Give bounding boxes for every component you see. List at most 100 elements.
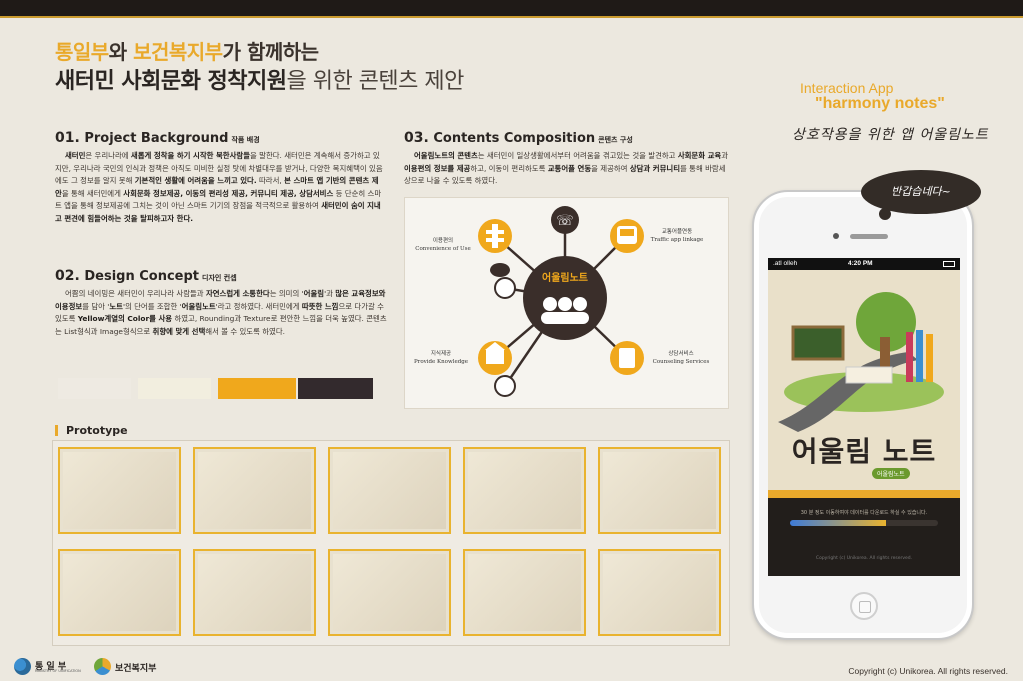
splash-illustration <box>778 292 944 432</box>
section-title-contents: 03. Contents Composition 콘텐츠 구성 <box>404 130 633 146</box>
section-title-text: Design Concept <box>84 269 200 284</box>
contents-diagram: 어울림노트 ☏ 이용편의 Convenience of Use 교통어플연동 T… <box>404 197 729 409</box>
emphasis-text: 사회문화 정보제공, 이동의 편리성 제공, 커뮤니티 제공, 상담서비스 <box>123 188 334 198</box>
section-title-ko: 작품 배경 <box>231 136 260 144</box>
emphasis-text: 새롭게 정착을 하기 시작한 북한사람들 <box>130 151 250 160</box>
splash-footer: 30 분 정도 이동하여야 데이터를 다운로드 하실 수 있습니다. Copyr… <box>768 490 960 576</box>
splash-copyright: Copyright (c) Unikorea. All rights reser… <box>815 556 913 561</box>
color-swatch-1 <box>58 378 131 399</box>
prototype-thumbnail[interactable] <box>193 549 316 636</box>
prototype-thumbnail[interactable] <box>598 549 721 636</box>
logo-unification-sub: MINISTRY OF UNIFICATION <box>35 669 81 673</box>
emphasis-text: 상담과 커뮤니티 <box>629 163 680 173</box>
unification-logo-icon <box>14 658 31 675</box>
prototype-thumbnail[interactable] <box>463 549 586 636</box>
section-title-ko: 콘텐츠 구성 <box>598 136 633 144</box>
prototype-thumbnail[interactable] <box>58 447 181 534</box>
person-icon <box>494 277 516 299</box>
emphasis-text: 취향에 맞게 선택 <box>152 326 206 336</box>
section-title-design-concept: 02. Design Concept 디자인 컨셉 <box>55 268 237 284</box>
status-bar: .atl olleh 4:20 PM <box>768 258 960 270</box>
logo-health-welfare: 보건복지부 <box>115 664 157 674</box>
node-label-en: Convenience of Use <box>415 246 470 252</box>
section-title-text: Project Background <box>84 131 229 146</box>
prototype-title: Prototype <box>55 425 128 436</box>
footer-copyright: Copyright (c) Unikorea. All rights reser… <box>848 666 1008 676</box>
prototype-thumbnail[interactable] <box>598 447 721 534</box>
book-icon <box>845 366 893 384</box>
org-health-welfare: 보건복지부 <box>133 40 223 64</box>
emphasis-text: 어울림노트의 콘텐츠 <box>414 151 478 160</box>
node-label-en: Provide Knowledge <box>414 359 468 365</box>
node-label-ko: 상담서비스 <box>668 349 693 357</box>
section-body-contents: 어울림노트의 콘텐츠는 새터민이 일상생활에서부터 어려움을 겪고있는 것을 발… <box>404 151 728 186</box>
node-label-ko: 교통어플연동 <box>662 227 692 235</box>
org-unification: 통일부 <box>55 40 109 64</box>
svg-text:☏: ☏ <box>556 213 574 229</box>
top-bar <box>0 0 1023 16</box>
greeting-bubble: 반갑습네다~ <box>861 170 981 220</box>
section-number: 01. <box>55 130 80 146</box>
header-line-1: 통일부와 보건복지부가 함께하는 <box>55 36 319 65</box>
page-title-bold: 새터민 사회문화 정착지원 <box>55 69 287 94</box>
section-body-background: 새터민은 우리나라에 새롭게 정착을 하기 시작한 북한사람들을 말한다. 새터… <box>55 151 383 223</box>
splash-title: 어울림 노트 <box>791 435 937 468</box>
node-label-en: Traffic app linkage <box>651 237 704 243</box>
status-time: 4:20 PM <box>848 260 873 267</box>
header-conj: 와 <box>108 40 134 64</box>
pencil-icon <box>916 330 923 382</box>
section-body-design-concept: 어쁨의 네이밍은 새터민이 우리나라 사람들과 자연스럽게 소통한다는 의미의 … <box>55 289 387 336</box>
section-number: 03. <box>404 130 429 146</box>
phone-screen: .atl olleh 4:20 PM 어울림 노트 어울림노트 30 분 정도 … <box>768 258 960 576</box>
prototype-thumbnail[interactable] <box>463 447 586 534</box>
header-line1-rest: 가 함께하는 <box>222 40 319 64</box>
diagram-graphic: 어울림노트 ☏ 이용편의 Convenience of Use 교통어플연동 T… <box>414 206 710 397</box>
section-title-ko: 디자인 컨셉 <box>202 274 237 282</box>
status-carrier: .atl olleh <box>773 260 798 267</box>
section-number: 02. <box>55 268 80 284</box>
emphasis-text: 어울림노트 <box>181 301 216 311</box>
node-label-en: Counseling Services <box>653 359 710 365</box>
node-label-ko: 이용편의 <box>433 236 453 244</box>
app-tagline: 상호작용을 위한 앱 어울림노트 <box>792 127 989 143</box>
emphasis-text: 노트 <box>109 301 123 311</box>
prototype-thumbnail[interactable] <box>328 549 451 636</box>
chat-bubble-icon <box>490 263 510 277</box>
health-welfare-logo-icon <box>94 658 111 675</box>
emphasis-text: 교통어플 연동 <box>547 163 592 173</box>
loading-progress-bar <box>790 520 938 526</box>
prototype-thumbnail[interactable] <box>58 549 181 636</box>
node-label-ko: 지식제공 <box>431 349 451 357</box>
pencil-icon <box>906 332 913 382</box>
section-title-text: Contents Composition <box>433 131 596 146</box>
color-swatch-2 <box>138 378 211 399</box>
emphasis-text: 사회문화 교육 <box>677 151 722 160</box>
person-icon <box>494 375 516 397</box>
prototype-thumbnail[interactable] <box>328 447 451 534</box>
color-swatch-4 <box>298 378 373 399</box>
phone-mockup: .atl olleh 4:20 PM 어울림 노트 어울림노트 30 분 정도 … <box>752 190 974 640</box>
emphasis-text: 기본적인 생활에 어려움을 느끼고 있다. <box>134 176 257 186</box>
loading-note: 30 분 정도 이동하여야 데이터를 다운로드 하실 수 있습니다. <box>800 510 928 516</box>
emphasis-text: 자연스럽게 소통한다 <box>205 289 270 298</box>
phone-camera <box>833 233 839 239</box>
home-button[interactable] <box>850 592 878 620</box>
battery-icon <box>943 261 955 267</box>
emphasis-text: 어울림 <box>303 289 325 298</box>
top-bar-accent <box>0 16 1023 18</box>
splash-subtitle: 어울림노트 <box>872 468 910 479</box>
app-title-line1: Interaction App <box>800 80 894 96</box>
diagram-center-label: 어울림노트 <box>542 271 588 284</box>
emphasis-text: 따뜻한 느낌 <box>301 301 339 311</box>
emphasis-text: 이용편의 정보를 제공 <box>404 163 471 173</box>
section-title-background: 01. Project Background 작품 배경 <box>55 130 260 146</box>
emphasis-text: 새터민 <box>65 151 86 160</box>
emphasis-text: Yellow계열의 Color를 사용 <box>77 314 173 324</box>
page-title-rest: 을 위한 콘텐츠 제안 <box>286 69 464 94</box>
color-swatch-3 <box>218 378 296 399</box>
prototype-gallery <box>52 440 730 646</box>
chalkboard-icon <box>791 325 845 361</box>
prototype-thumbnail[interactable] <box>193 447 316 534</box>
emphasis-text: 새터민이 숨이 지내고 편견에 힘들어하는 것을 탈피하고자 한다. <box>55 201 381 223</box>
page-title: 새터민 사회문화 정착지원을 위한 콘텐츠 제안 <box>55 63 464 95</box>
